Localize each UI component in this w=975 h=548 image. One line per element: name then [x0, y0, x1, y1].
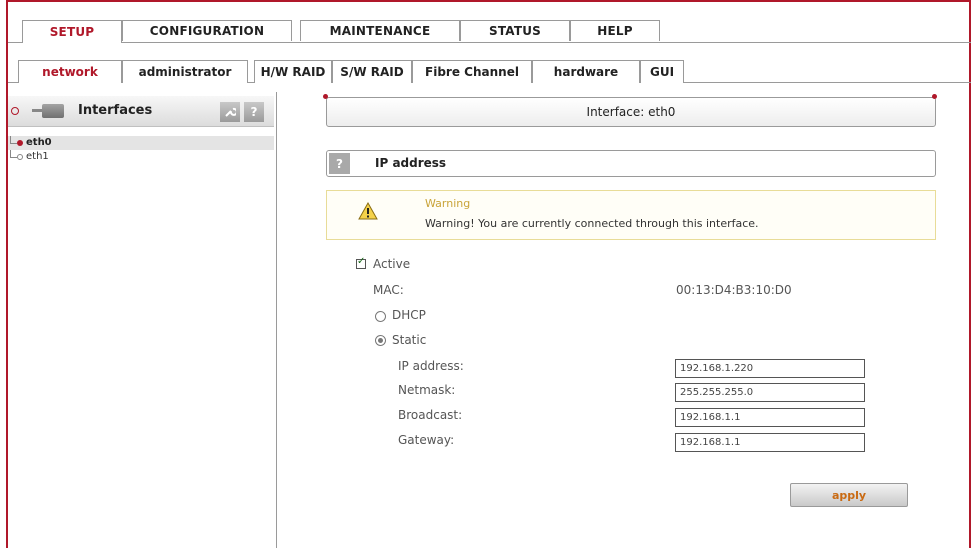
tab-status[interactable]: STATUS [460, 20, 570, 41]
active-label: Active [373, 257, 411, 271]
tab-help[interactable]: HELP [570, 20, 660, 41]
section-help-button[interactable]: ? [329, 153, 350, 174]
section-title: IP address [375, 156, 447, 170]
interface-tree: eth0 eth1 [8, 136, 274, 164]
subtab-sw-raid[interactable]: S/W RAID [332, 60, 412, 83]
interface-title: Interface: eth0 [586, 105, 676, 119]
tree-item-label: eth0 [26, 137, 52, 148]
static-label: Static [392, 333, 427, 347]
warning-text: Warning! You are currently connected thr… [425, 217, 759, 230]
dhcp-label: DHCP [392, 308, 426, 322]
mac-label: MAC: [373, 283, 404, 297]
mac-value: 00:13:D4:B3:10:D0 [676, 283, 792, 297]
subtab-gui[interactable]: GUI [640, 60, 684, 83]
tree-root-pin-icon [11, 107, 19, 115]
network-folder-icon [32, 104, 64, 118]
dhcp-radio[interactable] [375, 311, 386, 322]
interface-header: Interface: eth0 [326, 97, 936, 127]
tree-branch-line [10, 136, 17, 144]
wrench-icon[interactable] [220, 102, 240, 122]
subtab-fibre-channel[interactable]: Fibre Channel [412, 60, 532, 83]
tree-item-label: eth1 [26, 151, 49, 162]
subtab-hardware[interactable]: hardware [532, 60, 640, 83]
tree-branch-line [10, 150, 17, 158]
corner-dot-left [323, 94, 328, 99]
tab-maintenance[interactable]: MAINTENANCE [300, 20, 460, 41]
apply-button[interactable]: apply [790, 483, 908, 507]
top-tab-bar: SETUP CONFIGURATION MAINTENANCE STATUS H… [8, 20, 971, 43]
tab-setup[interactable]: SETUP [22, 20, 122, 43]
panel-title: Interfaces [78, 103, 153, 118]
gateway-label: Gateway: [398, 433, 455, 447]
ip-address-label: IP address: [398, 359, 464, 373]
tree-item-eth1[interactable]: eth1 [8, 150, 274, 164]
broadcast-input[interactable] [675, 408, 865, 427]
panel-header: Interfaces ? [8, 96, 274, 127]
subtab-hw-raid[interactable]: H/W RAID [254, 60, 332, 83]
subtab-administrator[interactable]: administrator [122, 60, 248, 83]
subtab-network[interactable]: network [18, 60, 122, 83]
warning-triangle-icon [358, 202, 378, 220]
selected-node-icon [17, 140, 23, 146]
tab-configuration[interactable]: CONFIGURATION [122, 20, 292, 41]
gateway-input[interactable] [675, 433, 865, 452]
warning-title: Warning [425, 197, 471, 210]
static-radio[interactable] [375, 335, 386, 346]
warning-box: Warning Warning! You are currently conne… [326, 190, 936, 240]
tree-item-eth0[interactable]: eth0 [8, 136, 274, 150]
netmask-input[interactable] [675, 383, 865, 402]
ip-address-section: ? IP address [326, 150, 936, 177]
netmask-label: Netmask: [398, 383, 456, 397]
active-checkbox[interactable] [356, 256, 366, 269]
corner-dot-right [932, 94, 937, 99]
wrench-icon-glyph [225, 107, 236, 117]
ip-address-input[interactable] [675, 359, 865, 378]
sub-tab-bar: network administrator H/W RAID S/W RAID … [8, 60, 971, 83]
node-icon [17, 154, 23, 160]
broadcast-label: Broadcast: [398, 408, 463, 422]
interfaces-panel: Interfaces ? eth0 eth1 [8, 92, 277, 548]
panel-help-button[interactable]: ? [244, 102, 264, 122]
